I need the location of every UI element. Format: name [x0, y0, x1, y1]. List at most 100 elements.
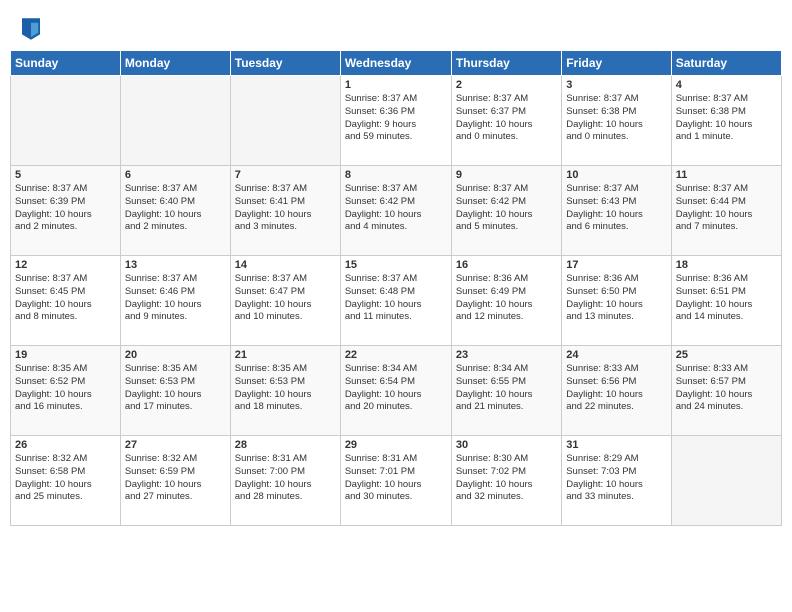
calendar-cell: 21Sunrise: 8:35 AM Sunset: 6:53 PM Dayli… [230, 346, 340, 436]
day-info: Sunrise: 8:36 AM Sunset: 6:50 PM Dayligh… [566, 273, 666, 324]
day-number: 7 [235, 169, 336, 181]
day-number: 12 [15, 259, 116, 271]
day-info: Sunrise: 8:31 AM Sunset: 7:00 PM Dayligh… [235, 453, 336, 504]
day-number: 2 [456, 79, 557, 91]
day-info: Sunrise: 8:33 AM Sunset: 6:56 PM Dayligh… [566, 363, 666, 414]
day-info: Sunrise: 8:34 AM Sunset: 6:55 PM Dayligh… [456, 363, 557, 414]
day-number: 9 [456, 169, 557, 181]
day-number: 22 [345, 349, 447, 361]
day-number: 20 [125, 349, 226, 361]
day-info: Sunrise: 8:36 AM Sunset: 6:51 PM Dayligh… [676, 273, 777, 324]
day-number: 13 [125, 259, 226, 271]
day-number: 17 [566, 259, 666, 271]
day-number: 18 [676, 259, 777, 271]
day-number: 24 [566, 349, 666, 361]
day-info: Sunrise: 8:37 AM Sunset: 6:41 PM Dayligh… [235, 183, 336, 234]
weekday-header: Friday [562, 51, 671, 76]
day-info: Sunrise: 8:31 AM Sunset: 7:01 PM Dayligh… [345, 453, 447, 504]
day-number: 10 [566, 169, 666, 181]
day-number: 30 [456, 439, 557, 451]
day-number: 1 [345, 79, 447, 91]
weekday-header: Sunday [11, 51, 121, 76]
day-info: Sunrise: 8:30 AM Sunset: 7:02 PM Dayligh… [456, 453, 557, 504]
day-info: Sunrise: 8:37 AM Sunset: 6:48 PM Dayligh… [345, 273, 447, 324]
weekday-header: Tuesday [230, 51, 340, 76]
calendar-cell: 10 Sunrise: 8:37 AM Sunset: 6:43 PM Dayli… [562, 166, 671, 256]
calendar-cell [671, 436, 781, 526]
calendar-cell: 26Sunrise: 8:32 AM Sunset: 6:58 PM Dayli… [11, 436, 121, 526]
day-info: Sunrise: 8:37 AM Sunset: 6:39 PM Dayligh… [15, 183, 116, 234]
calendar-cell: 13 Sunrise: 8:37 AM Sunset: 6:46 PM Dayli… [120, 256, 230, 346]
day-number: 28 [235, 439, 336, 451]
day-number: 21 [235, 349, 336, 361]
calendar-cell: 9 Sunrise: 8:37 AM Sunset: 6:42 PM Daylig… [451, 166, 561, 256]
calendar-cell: 23 Sunrise: 8:34 AM Sunset: 6:55 PM Dayli… [451, 346, 561, 436]
calendar-cell: 28 Sunrise: 8:31 AM Sunset: 7:00 PM Dayli… [230, 436, 340, 526]
day-info: Sunrise: 8:37 AM Sunset: 6:43 PM Dayligh… [566, 183, 666, 234]
calendar-cell: 3 Sunrise: 8:37 AM Sunset: 6:38 PM Daylig… [562, 76, 671, 166]
day-info: Sunrise: 8:37 AM Sunset: 6:44 PM Dayligh… [676, 183, 777, 234]
calendar-cell: 31 Sunrise: 8:29 AM Sunset: 7:03 PM Dayli… [562, 436, 671, 526]
day-number: 19 [15, 349, 116, 361]
day-info: Sunrise: 8:35 AM Sunset: 6:53 PM Dayligh… [125, 363, 226, 414]
calendar-cell: 24 Sunrise: 8:33 AM Sunset: 6:56 PM Dayli… [562, 346, 671, 436]
day-info: Sunrise: 8:37 AM Sunset: 6:45 PM Dayligh… [15, 273, 116, 324]
day-info: Sunrise: 8:29 AM Sunset: 7:03 PM Dayligh… [566, 453, 666, 504]
logo-icon [22, 18, 40, 40]
day-info: Sunrise: 8:34 AM Sunset: 6:54 PM Dayligh… [345, 363, 447, 414]
calendar-week-row: 1 Sunrise: 8:37 AM Sunset: 6:36 PM Daylig… [11, 76, 782, 166]
weekday-header: Saturday [671, 51, 781, 76]
calendar-cell [230, 76, 340, 166]
day-info: Sunrise: 8:36 AM Sunset: 6:49 PM Dayligh… [456, 273, 557, 324]
calendar-week-row: 26Sunrise: 8:32 AM Sunset: 6:58 PM Dayli… [11, 436, 782, 526]
calendar-cell: 2 Sunrise: 8:37 AM Sunset: 6:37 PM Daylig… [451, 76, 561, 166]
day-info: Sunrise: 8:33 AM Sunset: 6:57 PM Dayligh… [676, 363, 777, 414]
calendar-week-row: 5Sunrise: 8:37 AM Sunset: 6:39 PM Daylig… [11, 166, 782, 256]
day-info: Sunrise: 8:37 AM Sunset: 6:42 PM Dayligh… [456, 183, 557, 234]
day-info: Sunrise: 8:37 AM Sunset: 6:38 PM Dayligh… [566, 93, 666, 144]
day-number: 31 [566, 439, 666, 451]
calendar-cell: 20 Sunrise: 8:35 AM Sunset: 6:53 PM Dayli… [120, 346, 230, 436]
day-number: 4 [676, 79, 777, 91]
calendar-cell [11, 76, 121, 166]
calendar-cell: 22 Sunrise: 8:34 AM Sunset: 6:54 PM Dayli… [340, 346, 451, 436]
day-number: 15 [345, 259, 447, 271]
calendar-week-row: 12 Sunrise: 8:37 AM Sunset: 6:45 PM Dayli… [11, 256, 782, 346]
weekday-header: Thursday [451, 51, 561, 76]
day-number: 23 [456, 349, 557, 361]
calendar-cell: 6Sunrise: 8:37 AM Sunset: 6:40 PM Daylig… [120, 166, 230, 256]
calendar-week-row: 19Sunrise: 8:35 AM Sunset: 6:52 PM Dayli… [11, 346, 782, 436]
calendar-cell: 16 Sunrise: 8:36 AM Sunset: 6:49 PM Dayli… [451, 256, 561, 346]
day-number: 11 [676, 169, 777, 181]
calendar-table: SundayMondayTuesdayWednesdayThursdayFrid… [10, 50, 782, 526]
day-info: Sunrise: 8:37 AM Sunset: 6:38 PM Dayligh… [676, 93, 777, 144]
day-info: Sunrise: 8:37 AM Sunset: 6:46 PM Dayligh… [125, 273, 226, 324]
calendar-cell [120, 76, 230, 166]
calendar-cell: 17 Sunrise: 8:36 AM Sunset: 6:50 PM Dayli… [562, 256, 671, 346]
calendar-cell: 18 Sunrise: 8:36 AM Sunset: 6:51 PM Dayli… [671, 256, 781, 346]
calendar-cell: 5Sunrise: 8:37 AM Sunset: 6:39 PM Daylig… [11, 166, 121, 256]
weekday-header: Wednesday [340, 51, 451, 76]
calendar-cell: 12 Sunrise: 8:37 AM Sunset: 6:45 PM Dayli… [11, 256, 121, 346]
calendar-cell: 8Sunrise: 8:37 AM Sunset: 6:42 PM Daylig… [340, 166, 451, 256]
day-info: Sunrise: 8:37 AM Sunset: 6:42 PM Dayligh… [345, 183, 447, 234]
day-info: Sunrise: 8:37 AM Sunset: 6:37 PM Dayligh… [456, 93, 557, 144]
calendar-cell: 7 Sunrise: 8:37 AM Sunset: 6:41 PM Daylig… [230, 166, 340, 256]
day-info: Sunrise: 8:37 AM Sunset: 6:36 PM Dayligh… [345, 93, 447, 144]
day-number: 6 [125, 169, 226, 181]
calendar-cell: 19Sunrise: 8:35 AM Sunset: 6:52 PM Dayli… [11, 346, 121, 436]
day-info: Sunrise: 8:37 AM Sunset: 6:47 PM Dayligh… [235, 273, 336, 324]
calendar-cell: 25Sunrise: 8:33 AM Sunset: 6:57 PM Dayli… [671, 346, 781, 436]
calendar-cell: 4 Sunrise: 8:37 AM Sunset: 6:38 PM Daylig… [671, 76, 781, 166]
day-number: 16 [456, 259, 557, 271]
day-number: 3 [566, 79, 666, 91]
calendar-cell: 27Sunrise: 8:32 AM Sunset: 6:59 PM Dayli… [120, 436, 230, 526]
day-number: 26 [15, 439, 116, 451]
logo [20, 18, 40, 40]
day-number: 14 [235, 259, 336, 271]
day-number: 29 [345, 439, 447, 451]
calendar-cell: 30 Sunrise: 8:30 AM Sunset: 7:02 PM Dayli… [451, 436, 561, 526]
calendar-cell: 1 Sunrise: 8:37 AM Sunset: 6:36 PM Daylig… [340, 76, 451, 166]
weekday-header: Monday [120, 51, 230, 76]
page-header [10, 10, 782, 44]
